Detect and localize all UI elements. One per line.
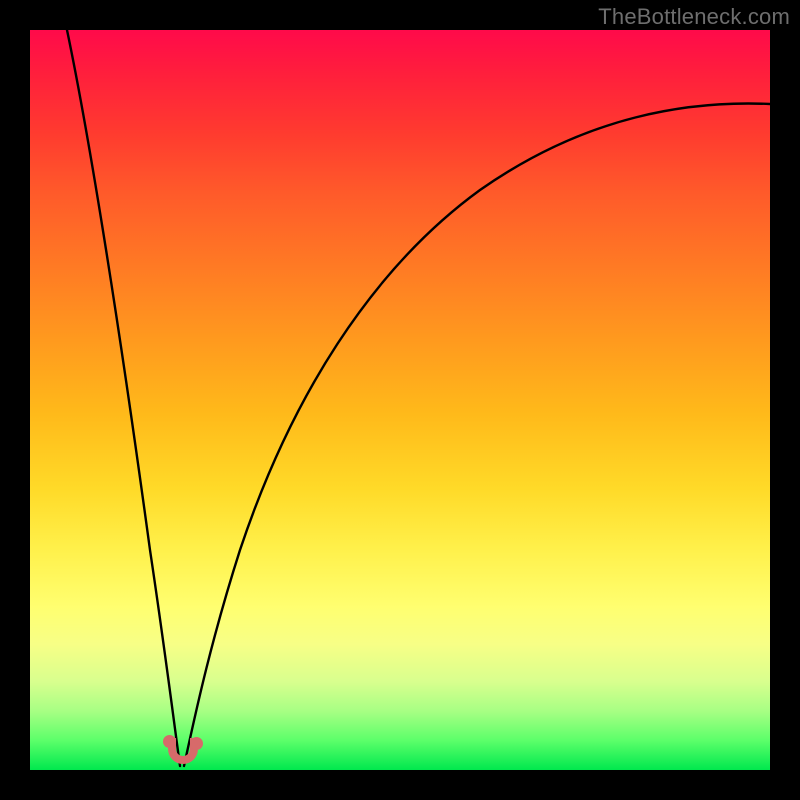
marker-left-dot-icon bbox=[163, 735, 176, 748]
bottleneck-curve bbox=[30, 30, 770, 770]
marker-right-dot-icon bbox=[190, 737, 203, 750]
plot-area bbox=[30, 30, 770, 770]
attribution-text: TheBottleneck.com bbox=[598, 4, 790, 30]
minimum-marker bbox=[160, 734, 206, 764]
curve-right-branch bbox=[184, 104, 770, 766]
curve-left-branch bbox=[67, 30, 180, 766]
chart-frame: TheBottleneck.com bbox=[0, 0, 800, 800]
